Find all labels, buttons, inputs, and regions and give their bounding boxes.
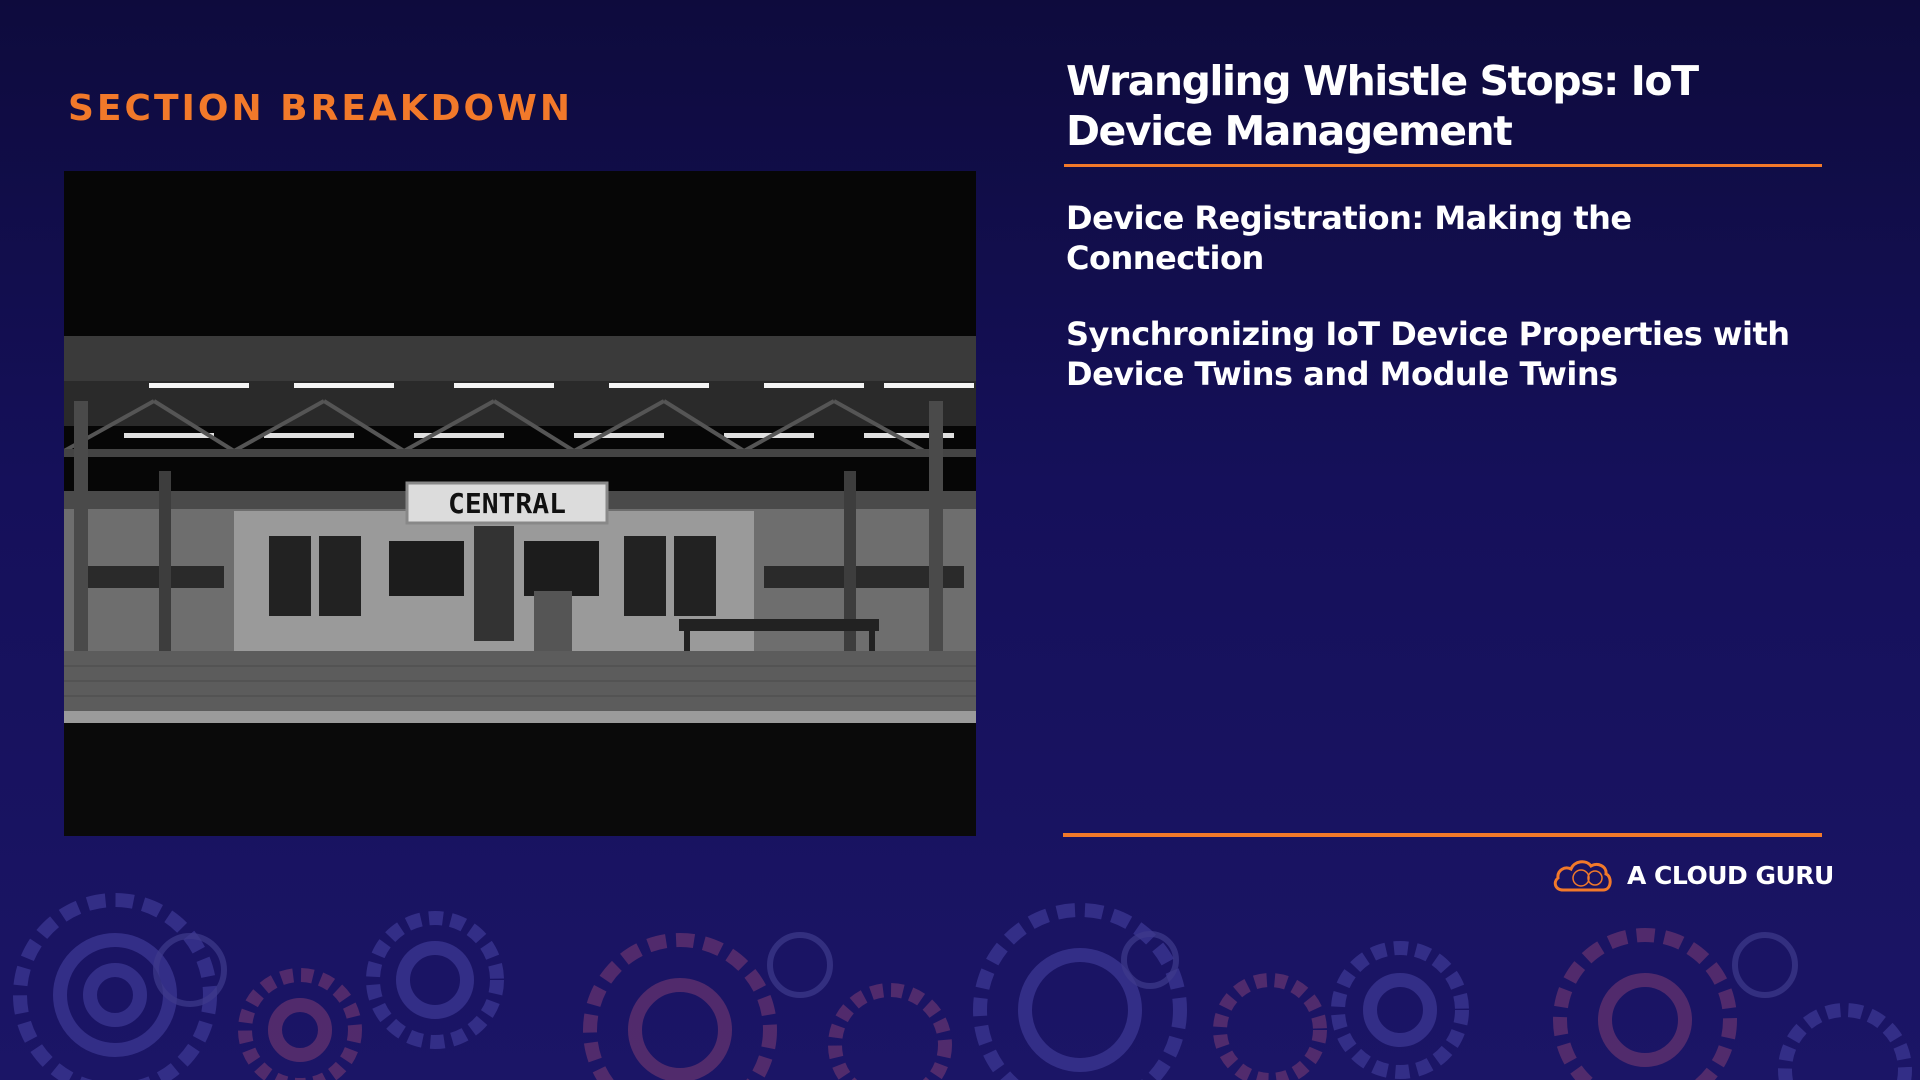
list-item: Device Registration: Making the Connecti… [1066, 199, 1632, 277]
train-station-photo: CENTRAL [64, 171, 976, 836]
section-list: Device Registration: Making the Connecti… [1066, 198, 1826, 430]
station-sign-text: CENTRAL [448, 487, 566, 520]
list-item: Synchronizing IoT Device Properties with… [1066, 315, 1790, 393]
section-label: SECTION BREAKDOWN [68, 88, 573, 129]
bottom-divider [1063, 833, 1822, 837]
gears-decoration [13, 893, 1912, 1080]
slide-title: Wrangling Whistle Stops: IoT Device Mana… [1066, 57, 1699, 155]
title-divider [1064, 164, 1822, 167]
